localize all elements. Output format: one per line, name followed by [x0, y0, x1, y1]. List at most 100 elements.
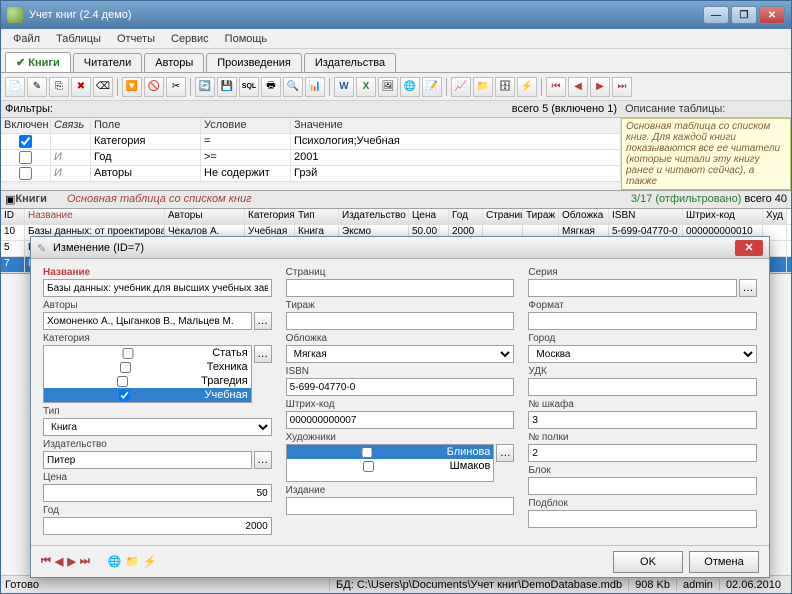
tool-filter-icon[interactable]: 🔽: [122, 77, 142, 97]
tool-copy-icon[interactable]: ⎘: [49, 77, 69, 97]
select-tip[interactable]: Книга: [43, 418, 272, 436]
filter-field[interactable]: Авторы: [91, 166, 201, 181]
seriya-browse-button[interactable]: …: [739, 279, 757, 297]
input-seriya[interactable]: [528, 279, 737, 297]
tool-word-icon[interactable]: W: [334, 77, 354, 97]
titlebar[interactable]: Учет книг (2.4 демо) — ❐ ✕: [1, 1, 791, 29]
category-item[interactable]: Статья: [44, 346, 251, 360]
grid-col-11[interactable]: ISBN: [609, 209, 683, 224]
artist-item[interactable]: Шмаков: [287, 459, 494, 473]
filter-value[interactable]: 2001: [291, 150, 621, 165]
filter-value[interactable]: Психология;Учебная: [291, 134, 621, 149]
tab-readers[interactable]: Читатели: [73, 53, 143, 72]
dlg-nav-prev-icon[interactable]: ◀: [55, 555, 63, 568]
grid-col-13[interactable]: Худ: [763, 209, 787, 224]
tool-db-icon[interactable]: 🗄: [495, 77, 515, 97]
tool-image-icon[interactable]: 🖼: [378, 77, 398, 97]
input-polka[interactable]: [528, 444, 757, 462]
tool-clear-icon[interactable]: ⌫: [93, 77, 113, 97]
grid-col-4[interactable]: Тип: [295, 209, 339, 224]
tool-refresh-icon[interactable]: 🔄: [195, 77, 215, 97]
menu-help[interactable]: Помощь: [217, 31, 276, 47]
dlg-folder-icon[interactable]: 📁: [125, 555, 139, 568]
input-avtory[interactable]: [43, 312, 252, 330]
tool-chart-icon[interactable]: 📊: [305, 77, 325, 97]
cancel-button[interactable]: Отмена: [689, 551, 759, 573]
artists-browse-button[interactable]: …: [496, 444, 514, 462]
avtory-browse-button[interactable]: …: [254, 312, 272, 330]
izdatelstvo-browse-button[interactable]: …: [254, 451, 272, 469]
tool-sql-icon[interactable]: SQL: [239, 77, 259, 97]
input-isbn[interactable]: [286, 378, 515, 396]
grid-col-0[interactable]: ID: [1, 209, 25, 224]
grid-col-1[interactable]: Название: [25, 209, 165, 224]
dlg-globe-icon[interactable]: 🌐: [108, 555, 122, 568]
tab-authors[interactable]: Авторы: [144, 53, 204, 72]
category-item[interactable]: Учебная: [44, 388, 251, 402]
input-izdatelstvo[interactable]: [43, 451, 252, 469]
close-button[interactable]: ✕: [759, 6, 785, 24]
tool-print-icon[interactable]: 🖶: [261, 77, 281, 97]
input-shtrih[interactable]: [286, 411, 515, 429]
grid-col-9[interactable]: Тираж: [523, 209, 559, 224]
filter-grid[interactable]: Включен Связь Поле Условие Значение Кате…: [1, 118, 621, 182]
category-item[interactable]: Трагедия: [44, 374, 251, 388]
filter-checkbox[interactable]: [1, 166, 51, 181]
tool-stats-icon[interactable]: 📈: [451, 77, 471, 97]
select-gorod[interactable]: Москва: [528, 345, 757, 363]
grid-col-8[interactable]: Страниц: [483, 209, 523, 224]
filter-field[interactable]: Категория: [91, 134, 201, 149]
category-listbox[interactable]: Статья Техника Трагедия Учебная: [43, 345, 252, 403]
menu-service[interactable]: Сервис: [163, 31, 217, 47]
tool-text-icon[interactable]: 📝: [422, 77, 442, 97]
tool-preview-icon[interactable]: 🔍: [283, 77, 303, 97]
grid-col-2[interactable]: Авторы: [165, 209, 245, 224]
input-stranic[interactable]: [286, 279, 515, 297]
tab-publishers[interactable]: Издательства: [304, 53, 396, 72]
grid-col-10[interactable]: Обложка: [559, 209, 609, 224]
artists-listbox[interactable]: Блинова Шмаков: [286, 444, 495, 482]
filter-field[interactable]: Год: [91, 150, 201, 165]
nav-first-icon[interactable]: ⏮: [546, 77, 566, 97]
input-shkaf[interactable]: [528, 411, 757, 429]
tool-html-icon[interactable]: 🌐: [400, 77, 420, 97]
tool-filter-x-icon[interactable]: ✂: [166, 77, 186, 97]
input-cena[interactable]: [43, 484, 272, 502]
grid-col-7[interactable]: Год: [449, 209, 483, 224]
artist-item[interactable]: Блинова: [287, 445, 494, 459]
tool-excel-icon[interactable]: X: [356, 77, 376, 97]
dlg-nav-next-icon[interactable]: ▶: [67, 555, 75, 568]
grid-col-5[interactable]: Издательство: [339, 209, 409, 224]
tab-works[interactable]: Произведения: [206, 53, 302, 72]
category-item[interactable]: Техника: [44, 360, 251, 374]
filter-cond[interactable]: =: [201, 134, 291, 149]
input-nazvanie[interactable]: [43, 279, 272, 297]
nav-next-icon[interactable]: ▶: [590, 77, 610, 97]
nav-prev-icon[interactable]: ◀: [568, 77, 588, 97]
menu-tables[interactable]: Таблицы: [48, 31, 109, 47]
tool-save-icon[interactable]: 💾: [217, 77, 237, 97]
filter-checkbox[interactable]: [1, 134, 51, 149]
grid-col-6[interactable]: Цена: [409, 209, 449, 224]
dlg-flash-icon[interactable]: ⚡: [143, 555, 157, 568]
dlg-nav-first-icon[interactable]: ⏮: [41, 555, 51, 568]
input-udk[interactable]: [528, 378, 757, 396]
menu-file[interactable]: Файл: [5, 31, 48, 47]
grid-col-3[interactable]: Категория: [245, 209, 295, 224]
filter-cond[interactable]: >=: [201, 150, 291, 165]
tool-new-icon[interactable]: 📄: [5, 77, 25, 97]
maximize-button[interactable]: ❐: [731, 6, 757, 24]
grid-col-12[interactable]: Штрих-код: [683, 209, 763, 224]
tool-filter-off-icon[interactable]: 🚫: [144, 77, 164, 97]
dialog-close-button[interactable]: ✕: [735, 240, 763, 256]
input-izdanie[interactable]: [286, 497, 515, 515]
filter-value[interactable]: Грэй: [291, 166, 621, 181]
filter-checkbox[interactable]: [1, 150, 51, 165]
tool-delete-icon[interactable]: ✖: [71, 77, 91, 97]
input-format[interactable]: [528, 312, 757, 330]
tool-wizard-icon[interactable]: ⚡: [517, 77, 537, 97]
minimize-button[interactable]: —: [703, 6, 729, 24]
tab-books[interactable]: Книги: [5, 52, 71, 72]
input-god[interactable]: [43, 517, 272, 535]
tool-folder-icon[interactable]: 📁: [473, 77, 493, 97]
